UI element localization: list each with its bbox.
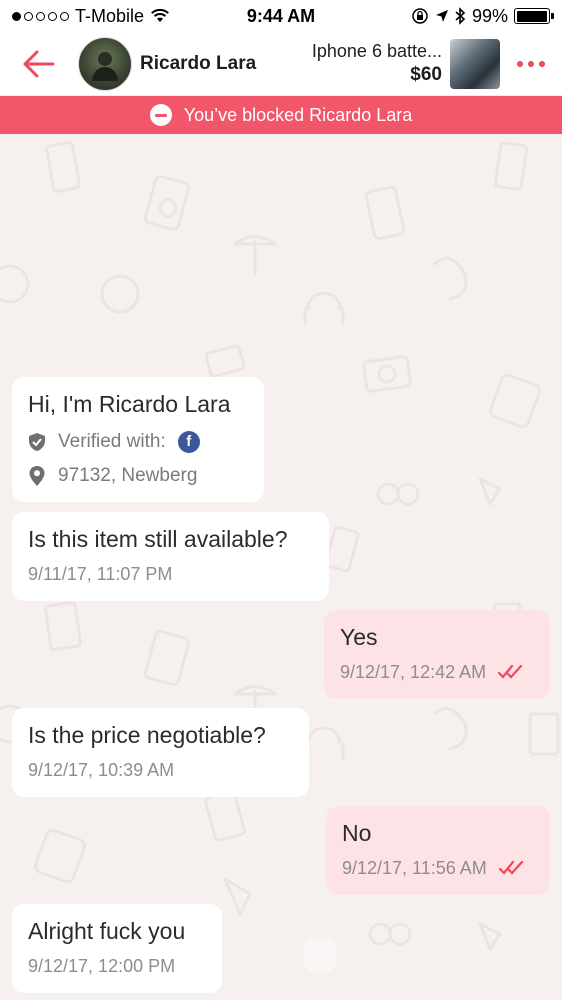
status-right: 99% [411, 5, 554, 27]
message-text: Yes [340, 624, 378, 650]
message-incoming[interactable]: Is this item still available? 9/11/17, 1… [12, 512, 329, 601]
no-entry-icon [149, 104, 172, 126]
message-timestamp: 9/12/17, 12:00 PM [28, 956, 206, 977]
location-pin-icon [29, 465, 45, 486]
bluetooth-icon [455, 7, 466, 25]
back-arrow-icon [23, 50, 55, 77]
message-time-text: 9/12/17, 10:39 AM [28, 759, 175, 780]
watermark-logo [300, 930, 530, 980]
status-time: 9:44 AM [246, 5, 316, 26]
message-timestamp: 9/12/17, 12:42 AM [340, 662, 534, 683]
message-incoming[interactable]: Is the price negotiable? 9/12/17, 10:39 … [12, 708, 309, 797]
intro-card: Hi, I'm Ricardo Lara Verified with: f 97… [12, 377, 264, 502]
carrier-label: T-Mobile [75, 5, 145, 26]
message-outgoing[interactable]: Yes 9/12/17, 12:42 AM [324, 610, 550, 699]
message-timestamp: 9/11/17, 11:07 PM [28, 564, 313, 585]
message-text: No [342, 820, 372, 846]
contact-name[interactable]: Ricardo Lara [140, 53, 280, 75]
message-timestamp: 9/12/17, 10:39 AM [28, 760, 293, 781]
more-dot-icon [539, 60, 545, 67]
message-timestamp: 9/12/17, 11:56 AM [342, 858, 534, 879]
item-info[interactable]: Iphone 6 batte... $60 [312, 41, 442, 86]
chat-header: Ricardo Lara Iphone 6 batte... $60 [0, 32, 562, 96]
facebook-icon[interactable]: f [177, 430, 200, 453]
battery-fill [516, 10, 548, 22]
shield-check-icon [29, 432, 45, 451]
message-text: Is this item still available? [28, 526, 288, 552]
message-outgoing[interactable]: No 9/12/17, 11:56 AM [326, 806, 550, 895]
status-left: T-Mobile [12, 6, 170, 27]
more-dot-icon [528, 60, 534, 67]
avatar[interactable] [78, 36, 132, 91]
double-check-icon [498, 860, 523, 875]
location-text: 97132, Newberg [58, 464, 198, 486]
blocked-banner-text: You’ve blocked Ricardo Lara [183, 104, 413, 125]
user-silhouette-icon [92, 51, 118, 81]
message-text: Is the price negotiable? [28, 722, 266, 748]
verified-row: Verified with: f [28, 430, 248, 453]
more-options-button[interactable] [500, 32, 562, 96]
item-thumbnail[interactable] [450, 38, 500, 89]
message-incoming[interactable]: Alright fuck you 9/12/17, 12:00 PM [12, 904, 222, 993]
message-time-text: 9/12/17, 12:42 AM [340, 661, 487, 682]
message-time-text: 9/11/17, 11:07 PM [28, 563, 173, 584]
message-time-text: 9/12/17, 12:00 PM [28, 955, 176, 976]
status-bar: T-Mobile 9:44 AM 99% [0, 0, 562, 32]
blocked-banner[interactable]: You’ve blocked Ricardo Lara [0, 96, 562, 134]
watermark-icon [304, 939, 336, 971]
verified-label: Verified with: [58, 430, 166, 452]
item-title: Iphone 6 batte... [311, 41, 442, 61]
item-price: $60 [410, 64, 442, 85]
wifi-icon [151, 8, 169, 22]
message-time-text: 9/12/17, 11:56 AM [342, 857, 487, 878]
message-text: Alright fuck you [28, 918, 186, 944]
intro-greeting: Hi, I'm Ricardo Lara [28, 391, 231, 417]
back-button[interactable] [0, 32, 78, 96]
location-arrow-icon [435, 10, 448, 22]
battery-percent: 99% [471, 5, 508, 26]
signal-strength-icon [12, 11, 69, 21]
orientation-lock-icon [412, 8, 428, 24]
battery-icon [514, 8, 554, 24]
double-check-icon [498, 664, 523, 679]
location-row: 97132, Newberg [28, 465, 248, 487]
more-dot-icon [517, 60, 523, 67]
